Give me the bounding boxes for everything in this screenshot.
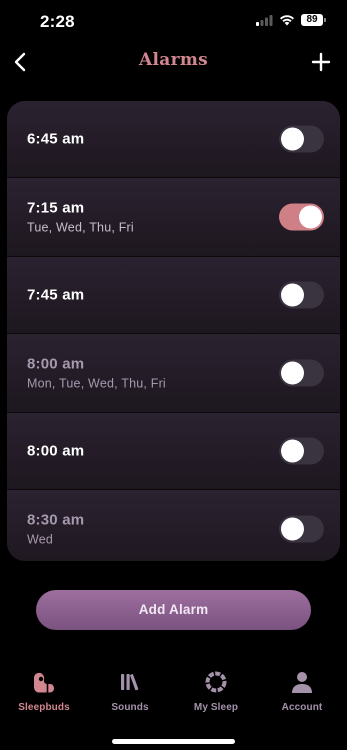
alarm-time: 6:45 am	[27, 130, 85, 148]
alarm-text: 8:30 am Wed	[27, 512, 84, 547]
alarm-time: 8:00 am	[27, 355, 85, 373]
tab-icon-wrap	[259, 668, 345, 696]
alarm-time: 8:30 am	[27, 511, 85, 529]
tab-account[interactable]: Account	[259, 668, 345, 724]
toggle-knob	[281, 439, 304, 463]
alarm-text: 7:15 am Tue, Wed, Thu, Fri	[27, 200, 134, 235]
status-time: 2:28	[40, 12, 75, 31]
alarm-row[interactable]: 8:30 am Wed	[7, 490, 340, 561]
tab-my-sleep[interactable]: My Sleep	[173, 668, 259, 724]
signal-icon	[256, 14, 273, 26]
alarm-row[interactable]: 8:00 am Mon, Tue, Wed, Thu, Fri	[7, 334, 340, 413]
toggle-knob	[299, 205, 322, 229]
sounds-library-icon	[121, 674, 139, 691]
tab-label: Account	[281, 702, 323, 713]
toggle-knob	[281, 517, 304, 541]
toggle-knob	[281, 283, 304, 307]
sleep-ring-icon	[205, 671, 227, 693]
alarm-time: 7:15 am	[27, 199, 85, 217]
alarm-text: 6:45 am	[27, 131, 84, 148]
alarm-list: 6:45 am 7:15 am Tue, Wed, Thu, Fri 7:45 …	[7, 101, 340, 561]
alarm-row[interactable]: 7:15 am Tue, Wed, Thu, Fri	[7, 178, 340, 257]
alarm-text: 8:00 am	[27, 443, 84, 460]
add-alarm-button[interactable]: Add Alarm	[36, 590, 311, 630]
add-alarm-icon-button[interactable]	[307, 48, 335, 76]
alarm-toggle[interactable]	[279, 281, 324, 309]
toggle-knob	[281, 127, 304, 151]
tab-label: Sounds	[111, 702, 149, 713]
alarm-text: 7:45 am	[27, 287, 84, 304]
alarm-row[interactable]: 6:45 am	[7, 101, 340, 178]
tab-label: Sleepbuds	[18, 702, 70, 713]
tab-sleepbuds[interactable]: Sleepbuds	[1, 668, 87, 724]
tab-label: My Sleep	[193, 702, 239, 713]
page-title: Alarms	[139, 50, 208, 70]
alarm-days: Mon, Tue, Wed, Thu, Fri	[27, 376, 166, 391]
tab-icon-wrap	[173, 668, 259, 696]
alarm-toggle[interactable]	[279, 203, 324, 231]
alarm-toggle[interactable]	[279, 359, 324, 387]
toggle-knob	[281, 361, 304, 385]
alarm-days: Wed	[27, 532, 54, 547]
alarm-time: 7:45 am	[27, 286, 85, 304]
alarm-time: 8:00 am	[27, 442, 85, 460]
alarm-text: 8:00 am Mon, Tue, Wed, Thu, Fri	[27, 356, 166, 391]
tab-icon-wrap	[87, 668, 173, 696]
status-bar: 2:28 89	[0, 0, 347, 44]
tab-bar: Sleepbuds Sounds My Sleep Account	[0, 668, 347, 724]
plus-icon	[311, 52, 331, 72]
tab-sounds[interactable]: Sounds	[87, 668, 173, 724]
tab-icon-wrap	[1, 668, 87, 696]
wifi-icon	[280, 15, 294, 26]
alarm-days: Tue, Wed, Thu, Fri	[27, 220, 134, 235]
account-person-icon	[292, 672, 312, 693]
alarm-row[interactable]: 8:00 am	[7, 413, 340, 490]
battery-icon: 89	[301, 14, 326, 26]
alarm-row[interactable]: 7:45 am	[7, 257, 340, 334]
home-indicator	[112, 739, 235, 744]
alarm-toggle[interactable]	[279, 437, 324, 465]
nav-bar: Alarms	[0, 44, 347, 80]
status-icons: 89	[256, 14, 326, 26]
sleepbuds-icon	[34, 672, 54, 693]
alarm-toggle[interactable]	[279, 125, 324, 153]
alarm-toggle[interactable]	[279, 515, 324, 543]
